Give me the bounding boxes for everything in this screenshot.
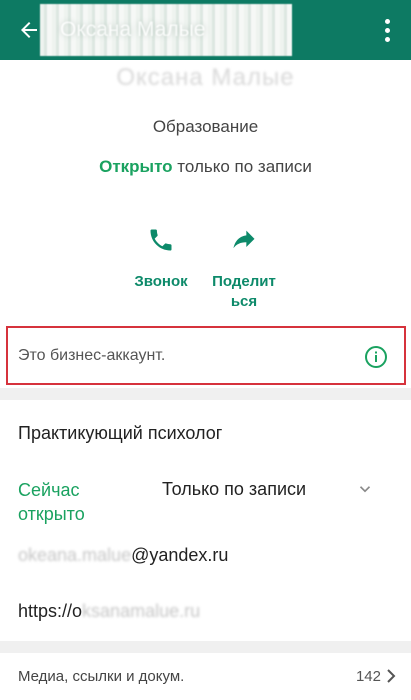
more-vert-icon <box>384 18 390 24</box>
contact-title[interactable]: Оксана Малые <box>40 4 292 56</box>
email-hidden-part: okeana.malue <box>18 545 132 565</box>
phone-icon <box>150 229 172 251</box>
media-label: Медиа, ссылки и докум. <box>18 668 185 685</box>
call-button[interactable]: Звонок <box>116 226 206 292</box>
status-detail: только по записи <box>172 157 312 176</box>
website-link[interactable]: https://oksanamalue.ru <box>18 601 200 622</box>
business-status: Открыто только по записи <box>0 157 411 177</box>
business-account-text: Это бизнес-аккаунт. <box>18 347 166 364</box>
media-count: 142 <box>355 668 381 685</box>
section-divider <box>0 641 411 653</box>
call-label: Звонок <box>134 273 188 290</box>
share-button[interactable]: Поделит ься <box>199 226 289 312</box>
arrow-left-icon <box>21 22 37 38</box>
website-hidden-part: ksanamalue.ru <box>82 601 201 621</box>
business-category: Образование <box>152 117 259 136</box>
media-links-docs-row[interactable]: Медиа, ссылки и докум. 142 <box>0 653 411 700</box>
email-link[interactable]: okeana.malue@yandex.ru <box>18 545 228 566</box>
section-divider <box>0 388 411 400</box>
business-description: Практикующий психолог <box>18 423 223 443</box>
more-options-button[interactable] <box>375 16 399 44</box>
share-label: Поделит ься <box>212 273 276 310</box>
hours-value[interactable]: Только по записи <box>162 479 306 500</box>
share-arrow-icon <box>233 230 255 249</box>
info-icon[interactable] <box>364 345 388 369</box>
app-bar: Оксана Малые <box>0 0 411 60</box>
website-visible-part: https://o <box>18 601 83 621</box>
chevron-right-icon <box>387 669 396 683</box>
chevron-down-icon[interactable] <box>356 480 374 498</box>
business-account-notice[interactable]: Это бизнес-аккаунт. <box>6 326 406 385</box>
profile-name: Оксана Малые <box>116 64 295 91</box>
status-open: Открыто <box>99 157 173 176</box>
email-domain: @yandex.ru <box>131 545 229 565</box>
hours-status: Сейчас открыто <box>18 480 85 524</box>
